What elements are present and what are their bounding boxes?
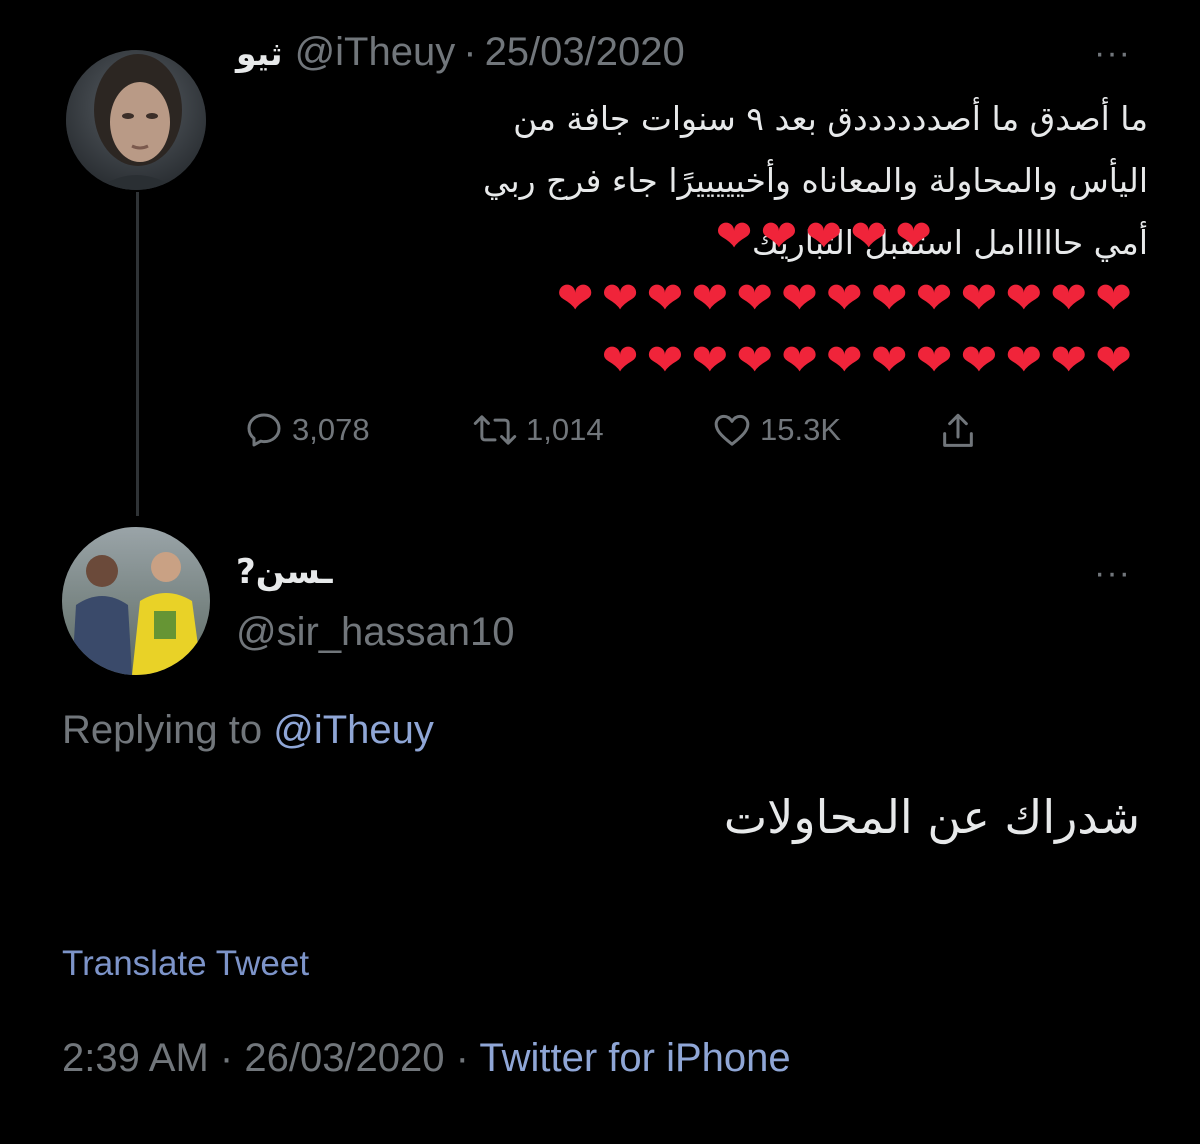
header-separator: · (463, 30, 477, 74)
share-button[interactable] (938, 410, 986, 454)
tweet-date[interactable]: 26/03/2020 (244, 1036, 444, 1080)
replying-to-line: Replying to @iTheuy (62, 708, 434, 753)
original-tweet-header: ثيو @iTheuy · 25/03/2020 (236, 30, 685, 82)
reply-tweet-display-name[interactable]: ?ـسن (236, 552, 333, 592)
original-tweet-more-button[interactable]: ··· (1094, 36, 1131, 70)
retweet-icon (473, 415, 517, 445)
translate-tweet-link[interactable]: Translate Tweet (62, 944, 309, 984)
replying-to-label: Replying to (62, 708, 263, 752)
meta-separator: · (455, 1036, 469, 1080)
like-button[interactable]: 15.3K (712, 410, 841, 450)
retweet-button[interactable]: 1,014 (472, 410, 604, 450)
share-icon (943, 413, 973, 447)
tweet-source-link[interactable]: Twitter for iPhone (479, 1036, 790, 1080)
reply-icon (247, 413, 281, 447)
retweet-count: 1,014 (526, 412, 604, 447)
original-tweet-display-name[interactable]: ثيو (236, 34, 283, 73)
original-tweet-handle[interactable]: @iTheuy (295, 30, 456, 75)
tweet-text-line: اليأس والمحاولة والمعاناه وأخيييييرًا جا… (482, 161, 1148, 200)
heart-row: ❤❤❤❤❤ (715, 211, 940, 262)
heart-emoji-block: ❤❤❤❤❤ ❤❤❤❤❤❤❤❤❤❤❤❤❤ ❤❤❤❤❤❤❤❤❤❤❤❤ (236, 211, 1140, 392)
tweet-text-line: ما أصدق ما أصددددددق بعد ٩ سنوات جافة من (513, 99, 1148, 138)
reply-button[interactable]: 3,078 (244, 410, 370, 450)
reply-tweet-text: شدراك عن المحاولات (723, 790, 1140, 844)
like-icon (714, 414, 750, 446)
reply-tweet-meta: 2:39 AM · 26/03/2020 · Twitter for iPhon… (62, 1036, 791, 1081)
original-tweet-avatar[interactable] (66, 50, 206, 190)
heart-row: ❤❤❤❤❤❤❤❤❤❤❤❤ (601, 335, 1140, 386)
more-dots-icon: ··· (1094, 34, 1131, 72)
meta-separator: · (219, 1036, 234, 1080)
reply-tweet-avatar[interactable] (62, 527, 210, 675)
original-tweet-date[interactable]: 25/03/2020 (485, 30, 685, 75)
reply-tweet-more-button[interactable]: ··· (1094, 556, 1131, 590)
thread-connector-line (136, 192, 139, 516)
tweet-time[interactable]: 2:39 AM (62, 1036, 209, 1080)
heart-row: ❤❤❤❤❤❤❤❤❤❤❤❤❤ (556, 273, 1140, 324)
avatar-footballers-photo-icon (62, 527, 210, 675)
reply-count: 3,078 (292, 412, 370, 447)
replying-to-handle-link[interactable]: @iTheuy (273, 708, 434, 752)
like-count: 15.3K (760, 412, 842, 447)
reply-tweet-handle[interactable]: @sir_hassan10 (236, 610, 515, 655)
original-tweet-action-bar: 3,078 1,014 15.3K (244, 410, 1004, 460)
more-dots-icon: ··· (1094, 554, 1131, 592)
avatar-woman-portrait-icon (66, 50, 206, 190)
